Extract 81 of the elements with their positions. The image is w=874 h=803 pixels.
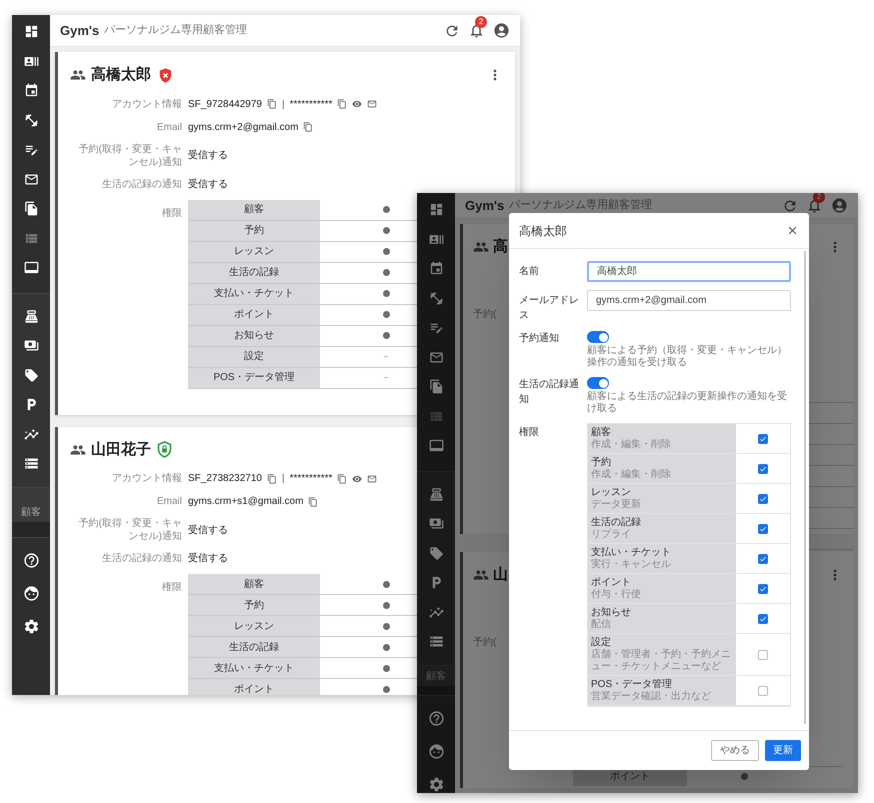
field-label: 生活の記録の通知: [101, 552, 182, 565]
field-value: 受信する: [188, 178, 228, 192]
field-label: メールアドレス: [519, 294, 580, 323]
permission-name: POS・データ管理: [188, 368, 320, 388]
field-label: Email: [156, 495, 182, 508]
permission-name: 支払い・チケット: [591, 546, 672, 558]
field-value: 受信する: [188, 552, 228, 566]
field-label: Email: [156, 120, 182, 134]
field-label: 予約(取得・変更・キャンセル)通知: [78, 142, 182, 168]
field-label: 生活の記録通知: [519, 378, 580, 407]
permission-name: 生活の記録: [591, 516, 642, 528]
field-label: アカウント情報: [111, 98, 182, 110]
app-subtitle: パーソナルジム専用顧客管理: [509, 198, 652, 214]
field-label: 権限: [162, 582, 182, 593]
field-label: 予約(取得・変更・キャンセル)通知: [78, 517, 182, 543]
customer-name: 高橋太郎: [91, 65, 151, 85]
permission-name: 生活の記録: [188, 262, 320, 282]
permission-name: 設定: [188, 346, 320, 366]
text-field[interactable]: 高橋太郎: [587, 261, 791, 282]
dialog-title: 高橋太郎: [519, 222, 567, 240]
field-label: 予約(: [473, 308, 496, 322]
field-value: 受信する: [188, 148, 228, 163]
permission-description: 作成・編集・削除: [591, 439, 672, 451]
permission-name: POS・データ管理: [591, 678, 674, 690]
permission-name: 支払い・チケット: [188, 658, 320, 678]
customer-name: 山: [493, 565, 508, 585]
field-value: 受信する: [188, 524, 228, 538]
permission-description: 配信: [591, 619, 612, 631]
account-id: SF_9728442979: [188, 98, 262, 112]
field-label: 生活の記録の通知: [101, 178, 182, 190]
email-value: gyms.crm+2@gmail.com: [188, 120, 298, 134]
permission-name: 顧客: [591, 426, 612, 438]
sidebar-section-label: 顧客: [417, 666, 455, 686]
permission-description: 店舗・管理者・予約・予約メニュー・チケットメニューなど: [591, 649, 732, 673]
account-id: SF_2738232710: [188, 472, 262, 486]
permission-name: 顧客: [188, 200, 320, 220]
permission-name: 支払い・チケット: [188, 284, 320, 304]
field-label: 権限: [162, 208, 182, 218]
password-mask: ***********: [290, 98, 332, 112]
permission-description: データ更新: [591, 499, 642, 511]
permission-description: 営業データ確認・出力など: [591, 691, 712, 703]
permission-description: リプライ: [591, 529, 632, 541]
toggle-description: 顧客による生活の記録の更新操作の通知を受け取る: [587, 391, 788, 415]
cancel-button[interactable]: やめる: [711, 740, 759, 761]
permission-name: ポイント: [188, 304, 320, 324]
text-field[interactable]: gyms.crm+2@gmail.com: [587, 290, 791, 311]
app-title: Gym's: [465, 196, 504, 215]
permission-name: 予約: [591, 456, 612, 468]
toggle-description: 顧客による予約（取得・変更・キャンセル）操作の通知を受け取る: [587, 345, 788, 369]
permission-name: レッスン: [591, 486, 631, 499]
customer-name: 高: [493, 237, 508, 257]
permission-description: 実行・キャンセル: [591, 559, 672, 571]
app-subtitle: パーソナルジム専用顧客管理: [104, 22, 248, 38]
permission-name: レッスン: [188, 242, 320, 262]
permission-name: レッスン: [188, 616, 320, 636]
permission-name: ポイント: [591, 576, 632, 588]
field-label: 名前: [519, 265, 540, 279]
permission-name: お知らせ: [188, 326, 320, 346]
notification-badge: 2: [813, 193, 825, 203]
email-value: gyms.crm+s1@gmail.com: [188, 495, 304, 509]
permission-name: 予約: [188, 595, 320, 615]
permission-name: 設定: [591, 636, 612, 648]
app-title: Gym's: [60, 22, 100, 40]
customer-name: 山田花子: [91, 440, 151, 460]
separator: |: [282, 472, 285, 486]
field-label: 予約(: [473, 636, 496, 650]
permission-name: 顧客: [188, 574, 320, 594]
update-button[interactable]: 更新: [765, 740, 801, 761]
permission-name: お知らせ: [591, 606, 632, 619]
field-label: 予約通知: [519, 332, 560, 346]
field-label: 権限: [519, 426, 540, 440]
permission-name: ポイント: [188, 679, 320, 695]
permission-description: 作成・編集・削除: [591, 469, 672, 481]
permission-name: 生活の記録: [188, 637, 320, 657]
sidebar-section-label: 顧客: [12, 488, 50, 522]
permission-description: 付与・行使: [591, 589, 642, 601]
field-label: アカウント情報: [111, 472, 182, 485]
separator: |: [282, 98, 285, 112]
password-mask: ***********: [290, 472, 332, 486]
permission-name: 予約: [188, 220, 320, 240]
notification-badge: 2: [475, 16, 487, 28]
